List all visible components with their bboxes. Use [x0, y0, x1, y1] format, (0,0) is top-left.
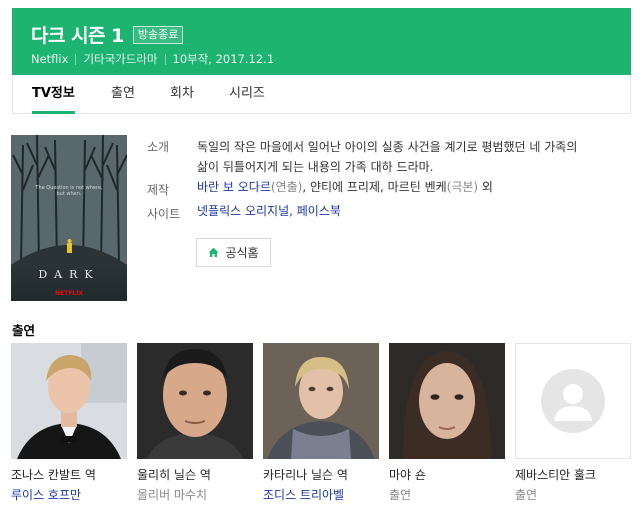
director-link[interactable]: 바란 보 오다르	[197, 180, 271, 194]
tab-tv-info[interactable]: TV정보	[32, 75, 75, 114]
cast-role: 카타리나 닐슨 역	[263, 468, 348, 482]
cast-photo[interactable]	[263, 343, 379, 459]
program-meta: Netflix 기타국가드라마 10부작, 2017.12.1	[31, 51, 274, 67]
poster-image[interactable]: The Question is not where, but when. DAR…	[11, 135, 127, 301]
meta-divider	[75, 53, 77, 65]
cast-photo[interactable]	[11, 343, 127, 459]
cast-role: 울리히 닐슨 역	[137, 468, 211, 482]
production-label: 제작	[147, 183, 170, 197]
cast-role: 제바스티안 훌크	[515, 468, 597, 482]
tab-bar: TV정보 출연 회차 시리즈	[12, 75, 631, 114]
home-icon	[208, 247, 219, 257]
cast-actor: 출연	[515, 488, 538, 502]
program-header: 다크 시즌 1 방송종료 Netflix 기타국가드라마 10부작, 2017.…	[12, 8, 631, 75]
poster-tagline: The Question is not where, but when.	[35, 185, 103, 197]
tab-series[interactable]: 시리즈	[229, 75, 265, 114]
cast-card[interactable]: 울리히 닐슨 역 올리버 마수치	[137, 343, 253, 502]
title-row: 다크 시즌 1 방송종료	[31, 21, 184, 48]
cast-portrait	[389, 343, 505, 459]
site-label: 사이트	[147, 207, 181, 221]
cast-photo[interactable]	[137, 343, 253, 459]
official-home-label: 공식홈	[225, 246, 259, 260]
poster-netflix-logo: NETFLIX	[55, 290, 83, 297]
production-value: 바란 보 오다르(연출), 얀티에 프리제, 마르틴 벤케(극본) 외	[197, 180, 493, 194]
synopsis-label: 소개	[147, 140, 170, 154]
meta-episodes-date: 10부작, 2017.12.1	[172, 52, 275, 66]
cast-section-title: 출연	[12, 323, 36, 338]
meta-genre: 기타국가드라마	[83, 52, 158, 66]
synopsis-text: 독일의 작은 마을에서 일어난 아이의 실종 사건을 계기로 평범했던 네 가족…	[197, 140, 578, 174]
cast-actor-link[interactable]: 루이스 호프만	[11, 486, 81, 503]
cast-card[interactable]: 제바스티안 훌크 출연	[515, 343, 631, 502]
cast-portrait	[263, 343, 379, 459]
cast-actor: 올리버 마수치	[137, 488, 208, 502]
cast-card[interactable]: 카타리나 닐슨 역 조디스 트리아벨	[263, 343, 379, 502]
poster-title: DARK	[38, 268, 100, 281]
cast-card[interactable]: 마야 숀 출연	[389, 343, 505, 502]
program-title[interactable]: 다크 시즌 1	[31, 21, 124, 48]
meta-channel[interactable]: Netflix	[31, 52, 68, 66]
official-home-button[interactable]: 공식홈	[196, 238, 271, 267]
cast-role: 조나스 칸발트 역	[11, 468, 96, 482]
cast-photo[interactable]	[389, 343, 505, 459]
default-profile-icon	[516, 344, 630, 458]
cast-portrait	[137, 343, 253, 459]
cast-photo-placeholder[interactable]	[515, 343, 631, 459]
poster-forest-art	[11, 135, 127, 265]
tab-cast[interactable]: 출연	[111, 75, 135, 114]
meta-divider	[164, 53, 166, 65]
site-links[interactable]: 넷플릭스 오리지널, 페이스북	[197, 201, 341, 221]
cast-actor-link[interactable]: 조디스 트리아벨	[263, 486, 344, 503]
cast-role: 마야 숀	[389, 468, 426, 482]
status-badge: 방송종료	[132, 25, 184, 44]
cast-actor: 출연	[389, 488, 412, 502]
cast-portrait	[11, 343, 127, 459]
tab-episodes[interactable]: 회차	[170, 75, 194, 114]
cast-card[interactable]: 조나스 칸발트 역 루이스 호프만	[11, 343, 127, 502]
